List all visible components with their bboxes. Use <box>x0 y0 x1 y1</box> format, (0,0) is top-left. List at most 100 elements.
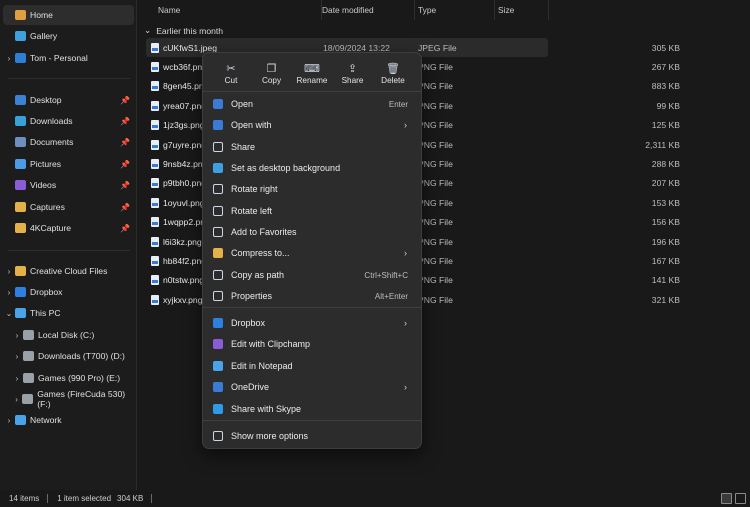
sidebar-item-drive-e[interactable]: › Games (990 Pro) (E:) <box>11 368 134 388</box>
delete-button[interactable]: 🗑 Delete <box>373 57 413 90</box>
submenu-arrow-icon: › <box>404 382 407 392</box>
sidebar-item-onedrive-personal[interactable]: › Tom - Personal <box>3 48 134 68</box>
column-header-name[interactable]: Name <box>154 0 322 20</box>
pin-icon: 📌 <box>120 223 130 233</box>
menu-item-properties[interactable]: Properties Alt+Enter <box>207 286 417 306</box>
sidebar-item-network[interactable]: › Network <box>3 410 134 430</box>
expand-chevron[interactable]: › <box>11 352 23 361</box>
menu-item-rotate-left[interactable]: Rotate left <box>207 201 417 221</box>
menu-item-open[interactable]: Open Enter <box>207 94 417 114</box>
rename-icon: ⌨ <box>304 63 320 75</box>
menu-item-edit-in-notepad[interactable]: Edit in Notepad <box>207 356 417 376</box>
expand-chevron[interactable]: › <box>3 267 15 276</box>
sidebar-item-pictures[interactable]: Pictures 📌 <box>3 154 134 174</box>
submenu-arrow-icon: › <box>404 120 407 130</box>
file-name: l6i3kz.png <box>163 236 202 247</box>
tiles-view-icon[interactable] <box>735 493 746 504</box>
sidebar-item-label: Creative Cloud Files <box>30 266 108 276</box>
share-icon <box>213 142 223 152</box>
clipchamp-icon <box>213 339 223 349</box>
status-divider <box>47 494 49 503</box>
image-file-icon <box>151 217 159 228</box>
file-size: 267 KB <box>651 61 680 72</box>
menu-item-show-more-options[interactable]: Show more options <box>207 426 417 446</box>
quick-action-label: Copy <box>261 76 282 85</box>
file-name: 1jz3gs.png <box>163 120 205 131</box>
menu-item-label: Compress to... <box>231 248 290 258</box>
menu-item-edit-with-clipchamp[interactable]: Edit with Clipchamp <box>207 334 417 354</box>
menu-item-add-to-favorites[interactable]: Add to Favorites <box>207 222 417 242</box>
sidebar-item-drive-d[interactable]: › Downloads (T700) (D:) <box>11 346 134 366</box>
video-icon <box>15 180 26 190</box>
file-type: PNG File <box>418 255 453 266</box>
menu-item-label: Open <box>231 99 254 109</box>
file-type: PNG File <box>418 178 453 189</box>
more-options-icon <box>213 431 223 441</box>
sidebar-item-home[interactable]: Home <box>3 5 134 25</box>
copy-button[interactable]: ❐ Copy <box>252 57 292 90</box>
open-icon <box>213 99 223 109</box>
menu-item-rotate-right[interactable]: Rotate right <box>207 179 417 199</box>
sidebar-item-dropbox[interactable]: › Dropbox <box>3 282 134 302</box>
expand-chevron[interactable]: › <box>3 288 15 297</box>
file-type: PNG File <box>418 236 453 247</box>
expand-chevron[interactable]: › <box>3 54 15 63</box>
menu-item-label: Properties <box>231 291 273 301</box>
menu-item-onedrive[interactable]: OneDrive › <box>207 377 417 397</box>
column-header-type[interactable]: Type <box>414 0 495 20</box>
share-button[interactable]: ⇪ Share <box>333 57 373 90</box>
quick-action-label: Share <box>341 76 364 85</box>
menu-item-set-as-desktop-background[interactable]: Set as desktop background <box>207 158 417 178</box>
group-header[interactable]: ⌄ Earlier this month <box>144 25 223 36</box>
sidebar-item-videos[interactable]: Videos 📌 <box>3 175 134 195</box>
details-view-icon[interactable] <box>721 493 732 504</box>
sidebar-item-label: Captures <box>30 202 65 212</box>
sidebar-item-drive-c[interactable]: › Local Disk (C:) <box>11 325 134 345</box>
cut-button[interactable]: ✂ Cut <box>211 57 251 90</box>
menu-item-share[interactable]: Share <box>207 137 417 157</box>
expand-chevron[interactable]: › <box>3 416 15 425</box>
sidebar-item-desktop[interactable]: Desktop 📌 <box>3 90 134 110</box>
sidebar-item-creative-cloud[interactable]: › Creative Cloud Files <box>3 261 134 281</box>
menu-item-compress-to[interactable]: Compress to... › <box>207 243 417 263</box>
menu-item-dropbox[interactable]: Dropbox › <box>207 313 417 333</box>
pin-icon: 📌 <box>120 116 130 126</box>
sidebar-item-label: This PC <box>30 308 61 318</box>
file-date: 18/09/2024 13:22 <box>323 42 390 53</box>
column-header-size[interactable]: Size <box>494 0 549 20</box>
onedrive-icon <box>213 382 223 392</box>
menu-item-label: Edit with Clipchamp <box>231 339 311 349</box>
image-file-icon <box>151 158 159 169</box>
rename-button[interactable]: ⌨ Rename <box>292 57 332 90</box>
menu-item-open-with[interactable]: Open with › <box>207 115 417 135</box>
file-size: 99 KB <box>656 100 680 111</box>
home-icon <box>15 10 26 20</box>
drive-icon <box>23 351 34 361</box>
column-header-date[interactable]: Date modified <box>318 0 415 20</box>
collapse-chevron[interactable]: ⌄ <box>3 309 15 318</box>
sidebar-item-gallery[interactable]: Gallery <box>3 26 134 46</box>
file-size: 156 KB <box>651 217 680 228</box>
file-name: p9tbh0.png <box>163 178 207 189</box>
sidebar-item-documents[interactable]: Documents 📌 <box>3 132 134 152</box>
sidebar-item-4kcapture[interactable]: 4KCapture 📌 <box>3 218 134 238</box>
sidebar-item-captures[interactable]: Captures 📌 <box>3 197 134 217</box>
sidebar-item-drive-f[interactable]: › Games (FireCuda 530) (F:) <box>11 389 134 409</box>
sidebar-item-this-pc[interactable]: ⌄ This PC <box>3 303 134 323</box>
pin-icon: 📌 <box>120 202 130 212</box>
file-name: g7uyre.png <box>163 139 207 150</box>
expand-chevron[interactable]: › <box>11 374 23 383</box>
menu-item-copy-as-path[interactable]: Copy as path Ctrl+Shift+C <box>207 265 417 285</box>
image-file-icon <box>151 81 159 92</box>
file-size: 196 KB <box>651 236 680 247</box>
expand-chevron[interactable]: › <box>11 331 23 340</box>
menu-item-share-with-skype[interactable]: Share with Skype <box>207 399 417 419</box>
drive-icon <box>22 394 34 404</box>
expand-chevron[interactable]: › <box>11 395 22 404</box>
trash-icon: 🗑 <box>386 63 400 75</box>
file-name: hb84f2.png <box>163 255 207 266</box>
sidebar-item-downloads[interactable]: Downloads 📌 <box>3 111 134 131</box>
rotate-left-icon <box>213 206 223 216</box>
zip-icon <box>213 248 223 258</box>
file-size: 207 KB <box>651 178 680 189</box>
